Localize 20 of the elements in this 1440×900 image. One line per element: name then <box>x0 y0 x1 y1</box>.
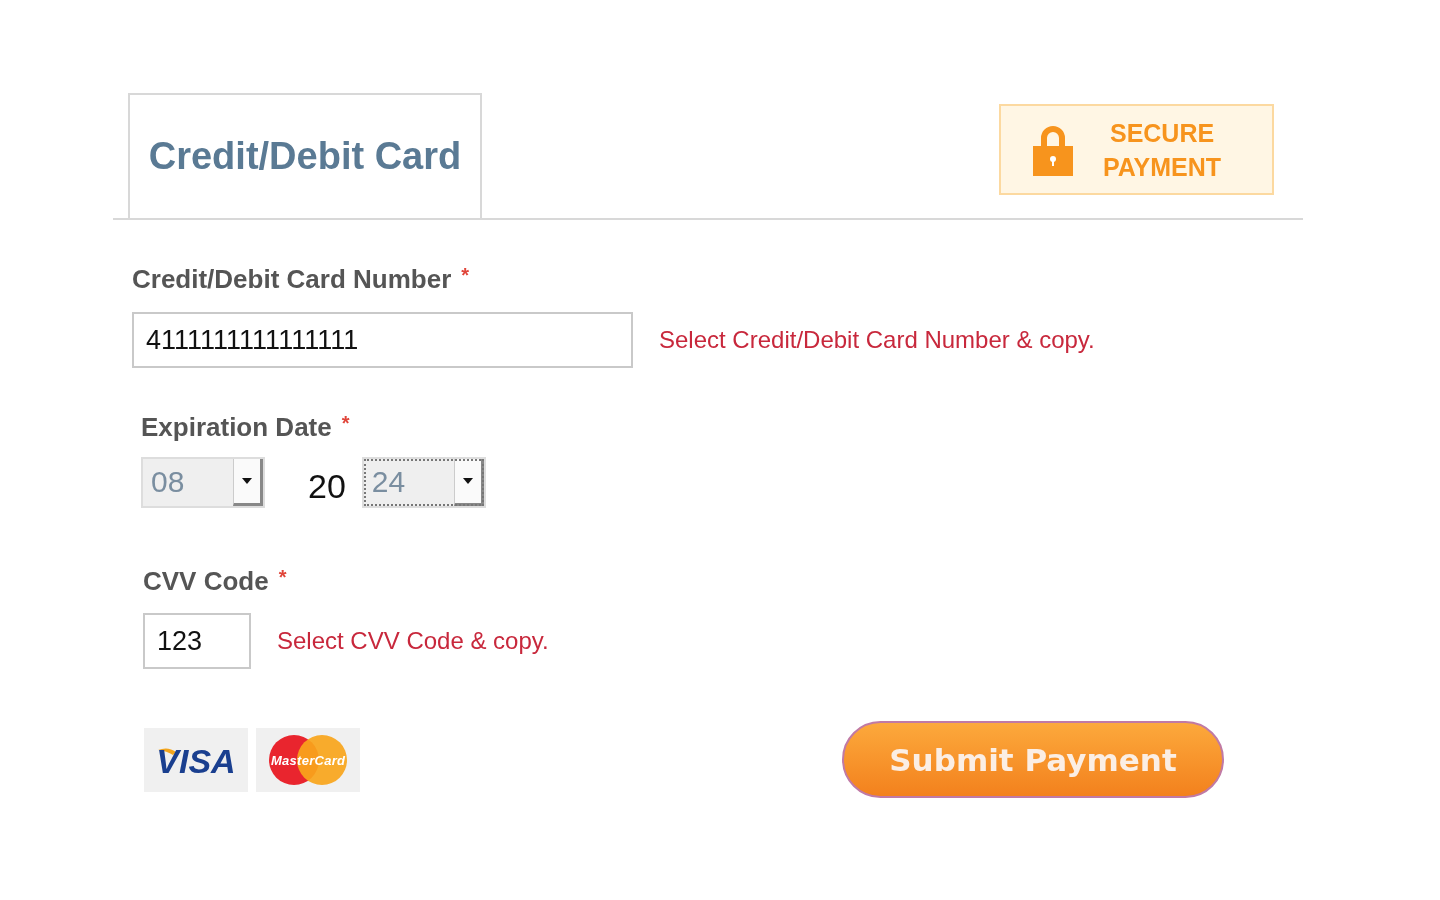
field-label: Credit/Debit Card Number <box>132 264 452 295</box>
year-select[interactable]: 24 <box>361 457 486 508</box>
visa-logo: VISA <box>144 727 248 792</box>
badge-text: PAYMENT <box>1103 151 1222 183</box>
card-number-field[interactable]: 4111111111111111 <box>132 312 633 368</box>
caret-icon <box>462 478 473 484</box>
century-text: 20 <box>308 467 346 506</box>
field-label: Expiration Date <box>141 412 332 443</box>
month-select[interactable]: 08 <box>141 457 265 508</box>
payment-tab[interactable]: Credit/Debit Card <box>128 93 482 218</box>
field-label: CVV Code <box>143 566 269 597</box>
required-mark: * <box>278 566 287 590</box>
copy-hint: Select CVV Code & copy. <box>277 627 549 655</box>
badge-text: SECURE <box>1109 117 1215 149</box>
required-mark: * <box>341 412 350 436</box>
required-mark: * <box>461 264 470 288</box>
copy-hint: Select Credit/Debit Card Number & copy. <box>659 326 1095 354</box>
caret-icon <box>242 478 252 484</box>
cvv-field[interactable]: 123 <box>143 613 251 669</box>
padlock-icon <box>1033 123 1073 176</box>
